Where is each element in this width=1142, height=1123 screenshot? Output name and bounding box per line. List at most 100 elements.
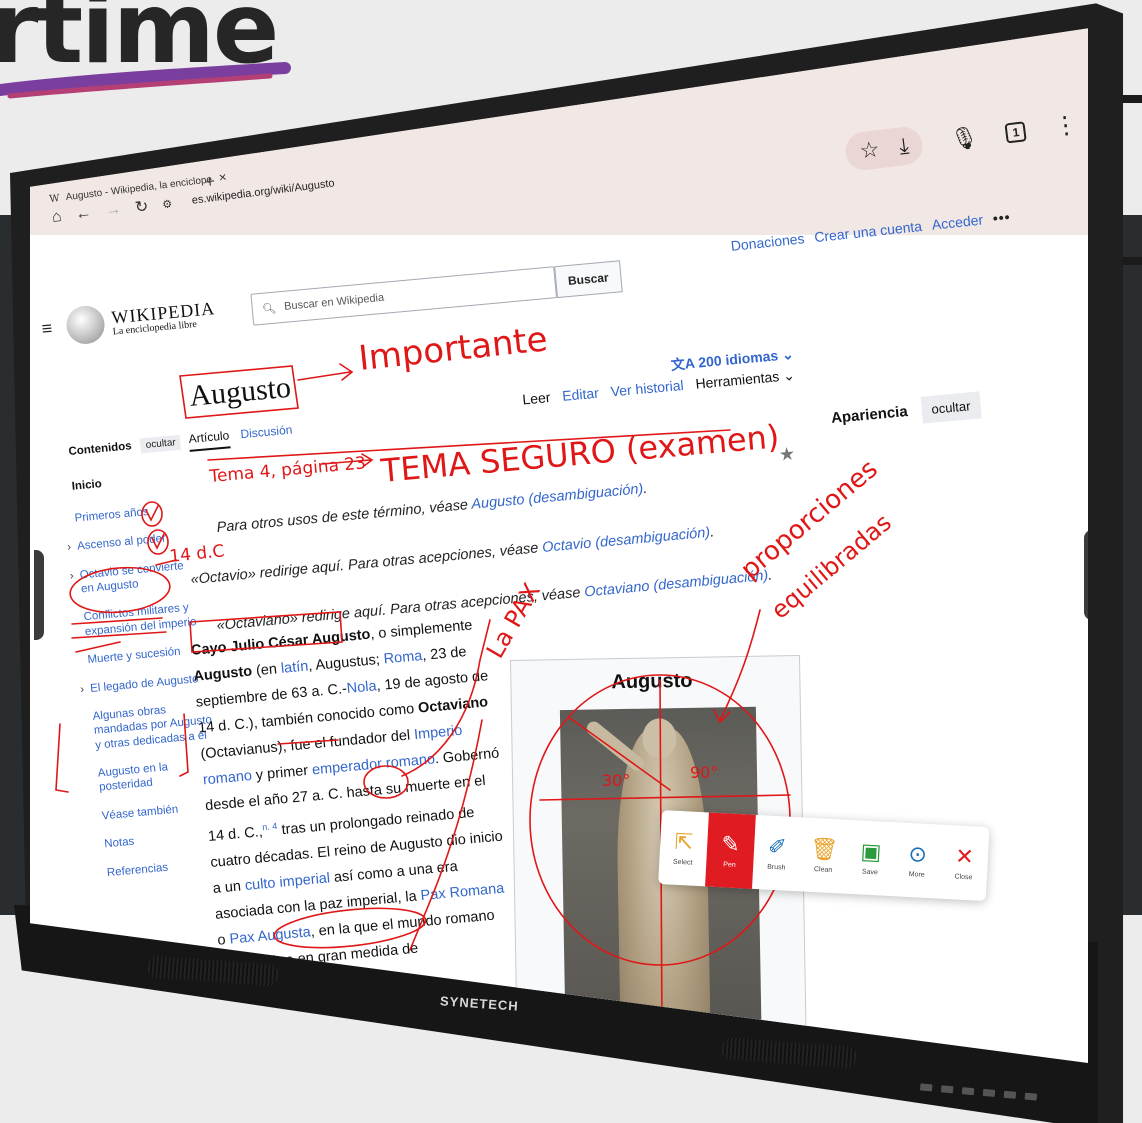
pen-tool-button[interactable]: ✎ Pen	[704, 812, 756, 889]
wikipedia-page: ≡ WIKIPEDIA La enciclopedia libre 🔍︎ Bus…	[30, 28, 1088, 1063]
tool-label: More	[908, 870, 925, 879]
headline-underline	[0, 62, 291, 99]
watch-star-icon[interactable]: ★	[778, 444, 796, 466]
close-tool-button[interactable]: ✕ Close	[939, 825, 990, 901]
hatnote-link[interactable]: Octavio (desambiguación)	[542, 525, 711, 556]
main-menu-icon[interactable]: ≡	[41, 318, 53, 340]
hatnote-link[interactable]: Augusto (desambiguación)	[471, 481, 644, 513]
link[interactable]: culto imperial	[244, 870, 331, 894]
translate-icon: 文A	[670, 354, 700, 373]
hatnote-end: .	[709, 524, 715, 541]
link[interactable]: Nola	[346, 678, 377, 697]
ink-arrow-tema	[321, 453, 374, 467]
text: , o simplemente	[369, 617, 474, 643]
port	[1003, 1090, 1017, 1099]
toc-item-group: › Octavio se convierte en Augusto	[69, 557, 201, 597]
tool-label: Pen	[723, 860, 736, 869]
expand-chevron-icon[interactable]: ›	[67, 540, 72, 555]
appearance-hide-button[interactable]: ocultar	[920, 391, 982, 424]
port	[940, 1084, 954, 1093]
link[interactable]: latín	[280, 658, 309, 676]
search-button[interactable]: Buscar	[553, 260, 623, 299]
select-tool-button[interactable]: ⇱ Select	[658, 810, 709, 886]
chevron-down-icon: ⌄	[781, 345, 795, 363]
toc-item-group: › Ascenso al poder	[67, 529, 198, 554]
toc-item[interactable]: El legado de Augusto	[90, 673, 199, 695]
hatnote: Para otros usos de este término, véase A…	[216, 481, 648, 536]
link[interactable]: Pax Romana	[420, 880, 505, 904]
infobox-title: Augusto	[611, 669, 693, 694]
tab-article[interactable]: Artículo	[188, 428, 231, 452]
wikipedia-globe-logo[interactable]	[64, 304, 106, 346]
search-placeholder: Buscar en Wikipedia	[283, 291, 385, 313]
tool-label: Select	[672, 858, 693, 867]
toc-item[interactable]: Véase también	[101, 798, 222, 823]
side-panel-handle-left[interactable]	[34, 550, 44, 640]
pen-icon: ✎	[720, 830, 741, 857]
tab-history[interactable]: Ver historial	[610, 377, 684, 401]
tool-label: Brush	[766, 863, 786, 872]
toc-header: Contenidos ocultar	[68, 434, 189, 459]
link[interactable]: Pax Augusta	[229, 924, 312, 947]
port	[982, 1088, 996, 1097]
hatnote-end: .	[642, 480, 648, 498]
ink-proporciones: proporciones	[735, 454, 883, 585]
save-tool-button[interactable]: ▣ Save	[845, 820, 896, 896]
expand-chevron-icon[interactable]: ›	[80, 682, 85, 697]
cursor-icon: ⇱	[673, 828, 694, 855]
port	[961, 1086, 975, 1095]
toc-title: Contenidos	[68, 440, 133, 458]
toc-item[interactable]: Referencias	[106, 855, 227, 880]
footnote-link[interactable]: n. 4	[262, 821, 278, 832]
toc-item[interactable]: Octavio se convierte en Augusto	[79, 560, 184, 596]
brightness-icon: ☼	[1000, 518, 1037, 562]
text: , Augustus;	[307, 651, 385, 675]
ink-tema: Tema 4, página 23	[208, 453, 367, 487]
port	[919, 1082, 933, 1091]
ink-bracket-obras	[55, 723, 69, 793]
toc-item[interactable]: Ascenso al poder	[77, 533, 167, 553]
tool-label: Save	[861, 868, 879, 876]
languages-label: 200 idiomas	[697, 347, 779, 371]
tool-label: Clean	[813, 865, 833, 874]
clean-tool-button[interactable]: 🗑︎ Clean	[799, 817, 850, 893]
wikipedia-wordmark[interactable]: WIKIPEDIA La enciclopedia libre	[111, 298, 217, 337]
more-options-icon[interactable]: •••	[992, 209, 1011, 227]
search-input[interactable]: 🔍︎ Buscar en Wikipedia	[249, 266, 557, 326]
hatnote: «Octavio» redirige aquí. Para otras acep…	[190, 524, 715, 588]
brush-tool-button[interactable]: ✐ Brush	[752, 815, 803, 891]
hatnote-text: Para otros usos de este término, véase	[216, 496, 473, 536]
toc-item[interactable]: Conflictos militares y expansión del imp…	[83, 600, 205, 640]
hatnote-link[interactable]: Octaviano (desambiguación)	[584, 568, 769, 601]
article-lead-paragraph: Cayo Julio César Augusto, o simplemente …	[190, 611, 520, 980]
ink-equilibradas: equilibradas	[766, 508, 897, 624]
text: (en	[251, 660, 282, 680]
tab-read[interactable]: Leer	[522, 389, 551, 408]
expand-chevron-icon[interactable]: ›	[69, 569, 74, 584]
save-icon: ▣	[859, 837, 883, 865]
bold-term: Octaviano	[417, 694, 489, 717]
bold-term: Augusto	[192, 663, 253, 685]
toc-item[interactable]: Notas	[104, 827, 225, 852]
toc-item-group: › El legado de Augusto	[80, 671, 211, 696]
link[interactable]: Roma	[383, 648, 423, 667]
toc-item[interactable]: Inicio	[71, 468, 192, 493]
toc-item[interactable]: Muerte y sucesión	[87, 642, 208, 667]
more-tool-button[interactable]: ⊙ More	[892, 822, 943, 898]
ink-seguro: TEMA SEGURO (examen)	[378, 417, 780, 490]
tool-label: Close	[954, 872, 973, 881]
ink-importante: Importante	[357, 319, 550, 379]
tab-discussion[interactable]: Discusión	[240, 423, 293, 442]
tools-label: Herramientas	[694, 368, 780, 392]
tab-edit[interactable]: Editar	[562, 385, 600, 405]
search-icon: 🔍︎	[261, 302, 277, 316]
close-icon: ✕	[954, 842, 975, 869]
page-title: Augusto	[188, 370, 293, 413]
side-panel-handle-right[interactable]	[1084, 530, 1088, 620]
toc-item[interactable]: Primeros años	[74, 501, 195, 526]
toc-hide-button[interactable]: ocultar	[140, 434, 182, 454]
link[interactable]: emperador romano	[311, 751, 435, 778]
more-icon: ⊙	[907, 840, 928, 867]
ink-arrow-importante	[297, 363, 354, 381]
page-actions: Leer Editar Ver historial Herramientas ⌄	[522, 367, 796, 409]
